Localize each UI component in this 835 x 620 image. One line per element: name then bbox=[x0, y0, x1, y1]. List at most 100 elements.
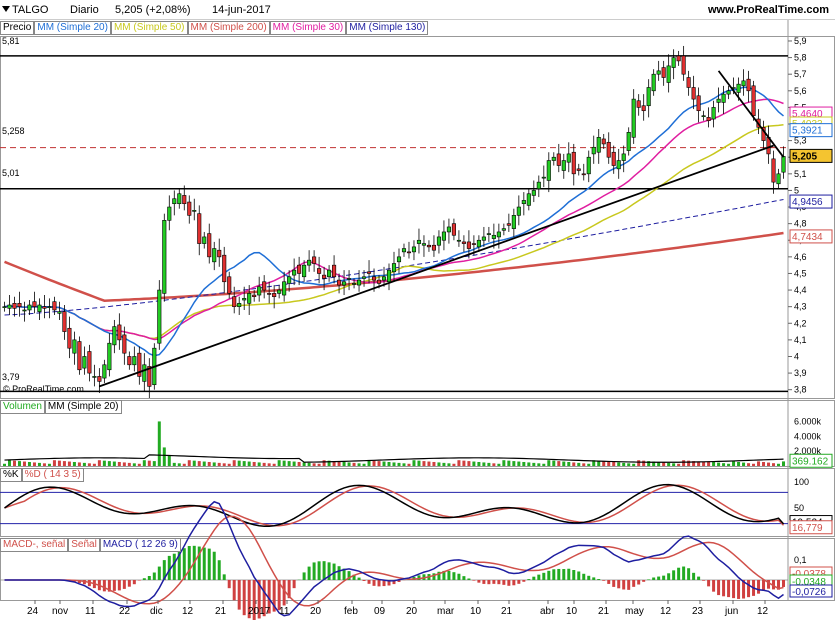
candle-body bbox=[386, 269, 392, 283]
volume-bar bbox=[582, 463, 586, 466]
candle-body bbox=[52, 301, 57, 311]
macd-legend: MACD-, señal Señal MACD ( 12 26 9) bbox=[0, 538, 181, 552]
macd-hist-bar bbox=[222, 574, 226, 580]
candle-body bbox=[192, 210, 197, 212]
volume-bar bbox=[447, 463, 451, 466]
macd-hist-bar bbox=[672, 570, 676, 580]
macd-hist-bar bbox=[612, 580, 616, 587]
volume-bar bbox=[537, 463, 541, 466]
legend-item[interactable]: MM (Simple 20) bbox=[34, 21, 111, 35]
candle-body bbox=[2, 306, 7, 308]
macd-hist-bar bbox=[597, 579, 601, 580]
candle-body bbox=[212, 248, 217, 263]
legend-item[interactable]: MACD ( 12 26 9) bbox=[99, 538, 181, 552]
macd-hist-bar bbox=[312, 562, 316, 580]
legend-item[interactable]: MM (Simple 200) bbox=[187, 21, 270, 35]
macd-hist-bar bbox=[322, 561, 326, 580]
macd-hist-bar bbox=[102, 580, 106, 592]
volume-bar bbox=[617, 462, 621, 466]
volume-bar bbox=[12, 460, 16, 466]
macd-hist-bar bbox=[652, 577, 656, 580]
legend-item[interactable]: MM (Simple 130) bbox=[346, 21, 429, 35]
legend-item[interactable]: MM (Simple 20) bbox=[44, 400, 122, 414]
volume-bar bbox=[277, 460, 281, 466]
volume-bar bbox=[422, 461, 426, 466]
macd-hist-bar bbox=[467, 578, 471, 580]
macd-hist-bar bbox=[282, 580, 286, 606]
candle-body bbox=[751, 85, 756, 117]
candle-body bbox=[676, 55, 681, 62]
volume-bar bbox=[207, 461, 211, 466]
candle-body bbox=[337, 279, 342, 286]
volume-bar bbox=[82, 462, 86, 466]
volume-bar bbox=[297, 461, 301, 466]
candle-body bbox=[122, 334, 127, 354]
legend-item[interactable]: MM (Simple 30) bbox=[269, 21, 347, 35]
macd-hist-bar bbox=[142, 578, 146, 580]
macd-hist-bar bbox=[302, 572, 306, 580]
volume-bar bbox=[782, 461, 786, 466]
candle-body bbox=[352, 283, 357, 285]
level-label-top: 5,81 bbox=[2, 36, 20, 46]
candle-body bbox=[431, 244, 436, 251]
candle-body bbox=[317, 268, 322, 274]
macd-hist-bar bbox=[117, 580, 121, 591]
volume-tag: 369.162 bbox=[792, 456, 829, 467]
candle-body bbox=[127, 356, 132, 366]
copyright: © ProRealTime.com bbox=[3, 384, 84, 394]
macd-hist-bar bbox=[617, 580, 621, 589]
macd-hist-bar bbox=[622, 580, 626, 590]
volume-bar bbox=[677, 463, 681, 466]
x-tick-label: mar bbox=[437, 606, 455, 617]
volume-bar bbox=[377, 461, 381, 466]
volume-bar bbox=[177, 463, 181, 466]
candle-body bbox=[481, 236, 486, 241]
y-tick-label: 5,7 bbox=[794, 69, 807, 79]
legend-item[interactable]: Señal bbox=[68, 538, 100, 552]
candle-body bbox=[182, 195, 187, 205]
candle-body bbox=[616, 160, 621, 170]
macd-hist-bar bbox=[137, 580, 141, 581]
candle-body bbox=[781, 156, 786, 173]
candle-body bbox=[741, 80, 746, 87]
volume-bar bbox=[322, 460, 326, 466]
volume-bar bbox=[92, 463, 96, 466]
candle-body bbox=[356, 279, 362, 286]
legend-item[interactable]: MACD-, señal bbox=[0, 538, 69, 552]
macd-hist-bar bbox=[132, 580, 136, 585]
macd-hist-bar bbox=[147, 576, 151, 580]
macd-hist-bar bbox=[577, 571, 581, 580]
candle-body bbox=[726, 90, 731, 95]
macd-hist-bar bbox=[642, 580, 646, 582]
volume-bar bbox=[502, 460, 506, 466]
y-tick-label: 5,6 bbox=[794, 86, 807, 96]
candle-body bbox=[361, 276, 367, 279]
y-tick-label: 3,8 bbox=[794, 385, 807, 395]
candle-body bbox=[436, 236, 441, 246]
candle-body bbox=[7, 304, 12, 309]
legend-item[interactable]: %D ( 14 3 5) bbox=[21, 468, 84, 482]
legend-item[interactable]: %K bbox=[0, 468, 22, 482]
macd-hist-bar bbox=[747, 580, 751, 598]
volume-bar bbox=[72, 461, 76, 466]
candle-body bbox=[511, 215, 516, 229]
x-tick-label: 12 bbox=[757, 606, 769, 617]
volume-bar bbox=[232, 460, 236, 466]
candle-body bbox=[666, 65, 671, 83]
candle-body bbox=[312, 256, 317, 264]
legend-item[interactable]: Volumen bbox=[0, 400, 45, 414]
volume-bar bbox=[757, 461, 761, 466]
panel-border-1 bbox=[0, 400, 835, 467]
candle-body bbox=[12, 303, 17, 309]
legend-item[interactable]: Precio bbox=[0, 21, 35, 35]
volume-bar bbox=[302, 462, 306, 466]
volume-bar bbox=[392, 462, 396, 466]
candle-body bbox=[641, 105, 646, 112]
volume-bar bbox=[672, 463, 676, 466]
legend-item[interactable]: MM (Simple 50) bbox=[110, 21, 188, 35]
ma30-line bbox=[4, 98, 784, 341]
x-tick-label: dic bbox=[150, 606, 163, 617]
x-tick-label: 20 bbox=[406, 606, 418, 617]
candle-body bbox=[396, 256, 402, 263]
volume-bar bbox=[577, 462, 581, 466]
